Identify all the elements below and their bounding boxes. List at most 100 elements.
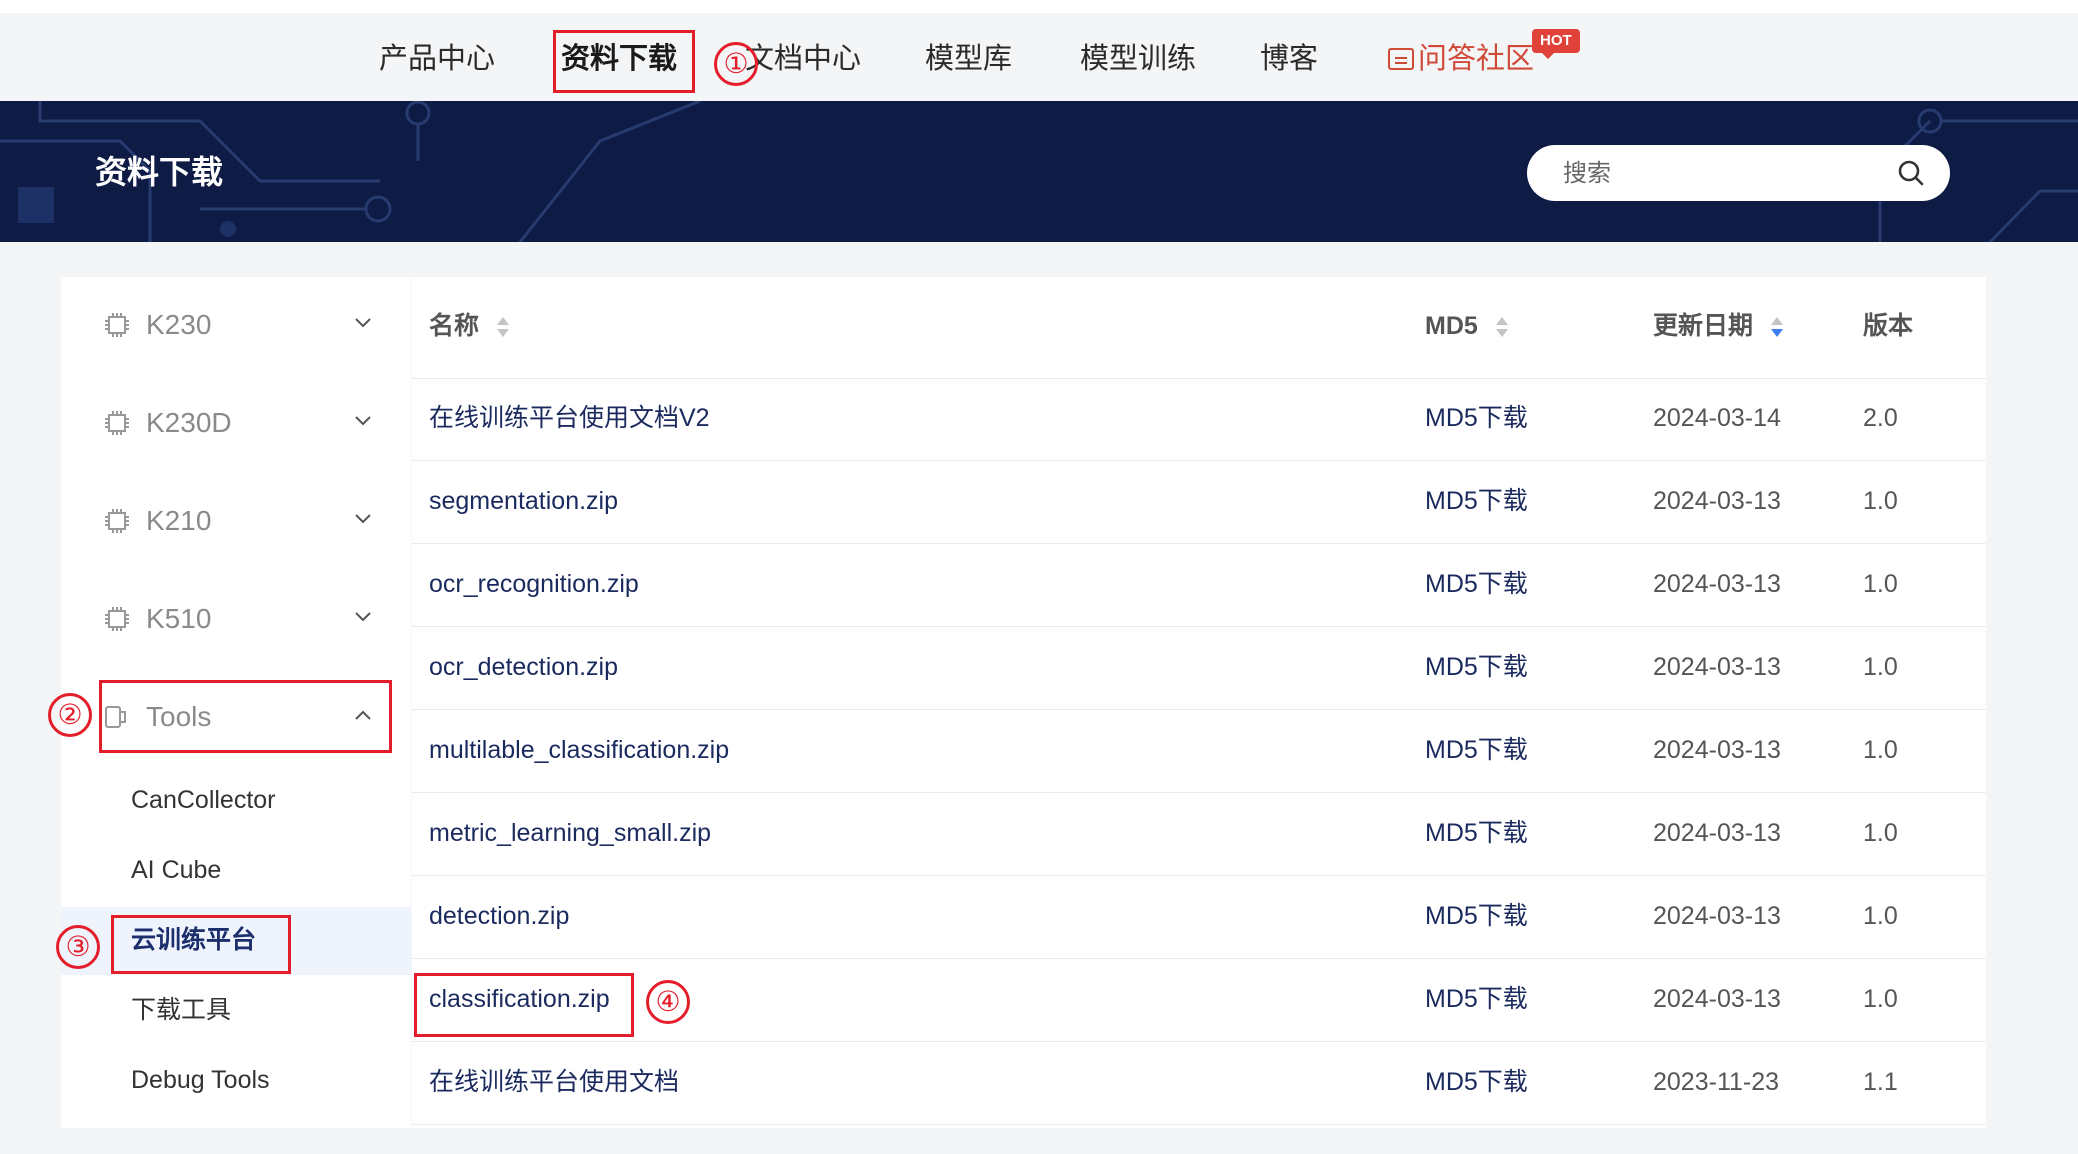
column-header-label: 名称 (429, 312, 480, 340)
file-name-link[interactable]: segmentation.zip (429, 483, 618, 519)
update-date: 2024-03-13 (1653, 902, 1781, 930)
md5-download-link[interactable]: MD5下载 (1425, 400, 1528, 436)
version: 1.0 (1863, 819, 1898, 847)
annotation-box-2 (99, 680, 392, 753)
md5-download-link[interactable]: MD5下载 (1425, 1064, 1528, 1100)
file-name-link[interactable]: multilable_classification.zip (429, 732, 729, 768)
update-date: 2024-03-13 (1653, 736, 1781, 764)
column-header-name[interactable]: 名称 (429, 309, 510, 343)
sort-icon (1495, 317, 1508, 338)
sidebar-category-k230d[interactable]: K230D (61, 375, 411, 473)
column-header-label: 更新日期 (1653, 312, 1754, 340)
hot-badge: HOT (1532, 29, 1580, 59)
page-banner: 资料下载 (0, 101, 2078, 242)
chip-icon (105, 411, 129, 435)
annotation-number-1: ① (714, 42, 758, 86)
column-header-version: 版本 (1863, 309, 1913, 343)
update-date: 2024-03-13 (1653, 570, 1781, 598)
chip-icon (105, 313, 129, 337)
sidebar-item-label: AI Cube (131, 856, 222, 884)
file-name-link[interactable]: 在线训练平台使用文档V2 (429, 400, 710, 436)
md5-download-link[interactable]: MD5下载 (1425, 981, 1528, 1017)
update-date: 2024-03-13 (1653, 819, 1781, 847)
table-row: metric_learning_small.zip MD5下载 2024-03-… (412, 793, 1986, 876)
search-input[interactable] (1561, 153, 1885, 195)
sidebar-item-download-tool[interactable]: 下载工具 (61, 977, 411, 1045)
annotation-box-4 (414, 973, 634, 1037)
sort-desc-icon (1770, 317, 1783, 338)
md5-download-link[interactable]: MD5下载 (1425, 566, 1528, 602)
update-date: 2024-03-13 (1653, 487, 1781, 515)
column-header-label: MD5 (1425, 312, 1478, 340)
update-date: 2023-11-23 (1653, 1068, 1780, 1096)
table-row: 在线训练平台使用文档 MD5下载 2023-11-23 1.1 (412, 1042, 1986, 1125)
file-name-link[interactable]: 在线训练平台使用文档 (429, 1064, 679, 1100)
sidebar-item-debug-tools[interactable]: Debug Tools (61, 1047, 411, 1115)
version: 1.0 (1863, 902, 1898, 930)
update-date: 2024-03-13 (1653, 985, 1781, 1013)
table-row: detection.zip MD5下载 2024-03-13 1.0 (412, 876, 1986, 959)
sidebar-item-label: Debug Tools (131, 1066, 270, 1094)
nav-item-docs[interactable]: 文档中心 (745, 39, 861, 79)
version: 2.0 (1863, 404, 1898, 432)
table-row: ocr_recognition.zip MD5下载 2024-03-13 1.0 (412, 544, 1986, 627)
chevron-down-icon (355, 612, 371, 622)
search-box (1527, 145, 1950, 201)
annotation-box-3 (111, 915, 291, 974)
nav-item-blog[interactable]: 博客 (1260, 39, 1318, 79)
column-header-date[interactable]: 更新日期 (1653, 309, 1784, 343)
column-header-md5[interactable]: MD5 (1425, 309, 1509, 343)
version: 1.0 (1863, 736, 1898, 764)
nav-item-model-zoo[interactable]: 模型库 (925, 39, 1012, 79)
file-name-link[interactable]: ocr_recognition.zip (429, 566, 639, 602)
sidebar-item-label: 下载工具 (131, 996, 232, 1024)
table-row: multilable_classification.zip MD5下载 2024… (412, 710, 1986, 793)
version: 1.0 (1863, 985, 1898, 1013)
version: 1.0 (1863, 653, 1898, 681)
update-date: 2024-03-13 (1653, 653, 1781, 681)
chevron-down-icon (355, 416, 371, 426)
sidebar-item-ai-cube[interactable]: AI Cube (61, 837, 411, 905)
chip-icon (105, 509, 129, 533)
category-label: K230 (146, 309, 212, 340)
chevron-down-icon (355, 318, 371, 328)
chip-icon (105, 607, 129, 631)
chat-bubble-icon (1388, 48, 1414, 70)
table-row: 在线训练平台使用文档V2 MD5下载 2024-03-14 2.0 (412, 378, 1986, 461)
md5-download-link[interactable]: MD5下载 (1425, 732, 1528, 768)
md5-download-link[interactable]: MD5下载 (1425, 649, 1528, 685)
annotation-number-3: ③ (56, 925, 100, 969)
version: 1.0 (1863, 487, 1898, 515)
update-date: 2024-03-14 (1653, 404, 1781, 432)
sidebar-item-cancollector[interactable]: CanCollector (61, 767, 411, 835)
md5-download-link[interactable]: MD5下载 (1425, 483, 1528, 519)
search-icon[interactable] (1897, 159, 1925, 187)
category-label: K210 (146, 505, 212, 536)
md5-download-link[interactable]: MD5下载 (1425, 898, 1528, 934)
sidebar-category-k230[interactable]: K230 (61, 277, 411, 375)
md5-download-link[interactable]: MD5下载 (1425, 815, 1528, 851)
file-name-link[interactable]: ocr_detection.zip (429, 649, 618, 685)
file-name-link[interactable]: detection.zip (429, 898, 569, 934)
sidebar-category-k210[interactable]: K210 (61, 473, 411, 571)
table-row: segmentation.zip MD5下载 2024-03-13 1.0 (412, 461, 1986, 544)
sidebar-category-k510[interactable]: K510 (61, 571, 411, 669)
category-label: K230D (146, 407, 232, 438)
top-navigation: 产品中心 资料下载 文档中心 模型库 模型训练 博客 问答社区 HOT (0, 0, 2078, 101)
version: 1.1 (1863, 1068, 1898, 1096)
page-title: 资料下载 (95, 154, 224, 190)
file-name-link[interactable]: metric_learning_small.zip (429, 815, 711, 851)
annotation-box-1 (553, 30, 695, 93)
column-header-label: 版本 (1863, 312, 1914, 340)
annotation-number-4: ④ (646, 980, 690, 1024)
nav-item-model-training[interactable]: 模型训练 (1080, 39, 1196, 79)
chevron-down-icon (355, 514, 371, 524)
table-row: ocr_detection.zip MD5下载 2024-03-13 1.0 (412, 627, 1986, 710)
annotation-number-2: ② (48, 693, 92, 737)
nav-community-label: 问答社区 (1418, 43, 1535, 75)
nav-item-products[interactable]: 产品中心 (379, 39, 495, 79)
table-header: 名称 MD5 更新日期 版本 (412, 277, 1986, 379)
category-label: K510 (146, 603, 212, 634)
version: 1.0 (1863, 570, 1898, 598)
nav-item-community[interactable]: 问答社区 (1388, 39, 1534, 79)
